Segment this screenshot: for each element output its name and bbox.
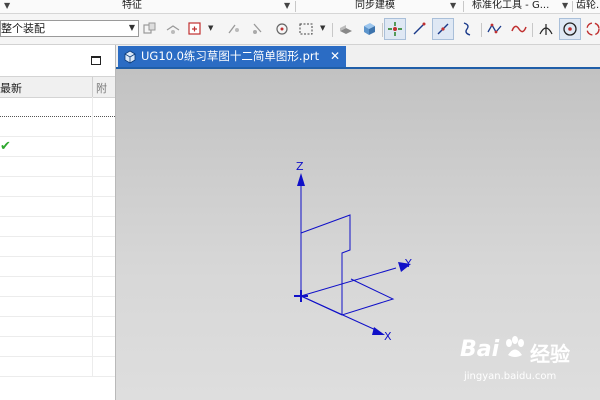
feature-dropdown-arrow[interactable]: ▼ bbox=[284, 0, 290, 12]
column-gridline bbox=[92, 137, 93, 157]
column-gridline bbox=[92, 117, 93, 137]
wave-curve-icon[interactable] bbox=[509, 19, 529, 39]
line-icon[interactable] bbox=[409, 19, 429, 39]
assembly-constraint-icon[interactable] bbox=[140, 19, 160, 39]
group-divider bbox=[463, 1, 464, 12]
chevron-down-icon: ▼ bbox=[128, 23, 135, 32]
column-extra[interactable]: 附 bbox=[96, 80, 107, 96]
ribbon-group-sync-modeling[interactable]: 同步建模 bbox=[355, 0, 395, 13]
column-gridline bbox=[92, 237, 93, 257]
column-latest[interactable]: 最新 bbox=[0, 80, 22, 96]
watermark-url: jingyan.baidu.com bbox=[464, 371, 557, 382]
navigator-rows: ✔ bbox=[0, 97, 115, 377]
part-file-icon bbox=[124, 50, 136, 64]
standard-tools-dropdown-arrow[interactable]: ▼ bbox=[562, 0, 568, 12]
group-dropdown-arrow[interactable]: ▼ bbox=[4, 0, 10, 12]
selection-dropdown-arrow[interactable]: ▼ bbox=[320, 24, 325, 32]
snap-all-points-icon[interactable] bbox=[384, 18, 406, 40]
group-divider bbox=[572, 1, 573, 12]
list-item[interactable] bbox=[0, 357, 115, 377]
column-gridline bbox=[92, 317, 93, 337]
box-3d-icon[interactable] bbox=[359, 19, 379, 39]
circle-center-icon[interactable] bbox=[559, 18, 581, 40]
ribbon-group-standard-tools[interactable]: 标准化工具 - G... bbox=[472, 0, 549, 13]
x-axis-label: X bbox=[384, 330, 392, 343]
column-gridline bbox=[92, 97, 93, 117]
column-gridline bbox=[92, 177, 93, 197]
point-on-curve-icon[interactable] bbox=[224, 19, 244, 39]
snap-dropdown-arrow[interactable]: ▼ bbox=[208, 24, 213, 32]
select-face-icon[interactable] bbox=[163, 19, 183, 39]
intersection-icon[interactable] bbox=[536, 19, 556, 39]
paw-icon bbox=[506, 336, 524, 357]
ribbon-group-feature[interactable]: 特征 bbox=[122, 0, 142, 13]
toolbar-divider bbox=[382, 23, 383, 37]
assembly-filter-value: 整个装配 bbox=[1, 22, 45, 35]
list-item[interactable] bbox=[0, 317, 115, 337]
toolbar-divider bbox=[532, 23, 533, 37]
assembly-filter-select[interactable]: 整个装配 ▼ bbox=[0, 20, 139, 37]
arc-icon[interactable] bbox=[457, 19, 477, 39]
watermark-suffix: 经验 bbox=[530, 342, 570, 366]
z-axis-label: Z bbox=[296, 160, 304, 173]
column-gridline bbox=[92, 197, 93, 217]
column-gridline bbox=[92, 257, 93, 277]
list-item[interactable] bbox=[0, 237, 115, 257]
z-axis-arrow bbox=[297, 173, 305, 186]
rotate-view-icon[interactable] bbox=[583, 19, 600, 39]
vertical-plane-edge bbox=[300, 214, 351, 315]
column-gridline bbox=[92, 277, 93, 297]
column-gridline bbox=[92, 157, 93, 177]
graphics-viewport[interactable]: Z Y X Bai 经验 jingyan.baidu.com bbox=[116, 69, 600, 400]
maximize-icon[interactable] bbox=[91, 56, 101, 65]
column-gridline bbox=[92, 337, 93, 357]
group-divider bbox=[295, 1, 296, 12]
list-item[interactable] bbox=[0, 297, 115, 317]
close-icon[interactable]: ✕ bbox=[330, 48, 340, 64]
ribbon-group-labels: ▼ 特征 ▼ 同步建模 ▼ 标准化工具 - G... ▼ 齿轮... bbox=[0, 0, 600, 14]
list-item[interactable] bbox=[0, 97, 115, 117]
move-point-icon[interactable] bbox=[248, 19, 268, 39]
y-axis-label: Y bbox=[404, 257, 412, 270]
list-item[interactable] bbox=[0, 217, 115, 237]
toolbar-divider bbox=[481, 23, 482, 37]
checkmark-icon: ✔ bbox=[0, 139, 11, 154]
list-item[interactable] bbox=[0, 277, 115, 297]
selection-toolbar: 整个装配 ▼ ▼ ▼ bbox=[0, 14, 600, 45]
navigator-header bbox=[0, 45, 115, 75]
list-item[interactable] bbox=[0, 337, 115, 357]
x-axis-line bbox=[300, 295, 379, 332]
selection-box-icon[interactable] bbox=[296, 19, 316, 39]
y-axis-line bbox=[300, 267, 397, 297]
select-region-icon[interactable] bbox=[272, 19, 292, 39]
watermark-brand: Bai bbox=[460, 337, 500, 362]
origin-marker bbox=[294, 290, 308, 302]
snap-point-icon[interactable] bbox=[185, 19, 205, 39]
column-gridline bbox=[92, 357, 93, 377]
column-divider[interactable] bbox=[92, 77, 93, 97]
sync-modeling-dropdown-arrow[interactable]: ▼ bbox=[450, 0, 456, 12]
list-item[interactable] bbox=[0, 197, 115, 217]
part-navigator-panel: 最新 附 ✔ bbox=[0, 45, 116, 400]
ribbon-group-gear[interactable]: 齿轮... bbox=[576, 0, 600, 13]
horizontal-plane-edge bbox=[300, 278, 395, 316]
document-tab[interactable]: UG10.0练习草图十二简单图形.prt ✕ bbox=[118, 46, 346, 67]
navigator-column-header: 最新 附 bbox=[0, 76, 115, 98]
tangent-line-icon[interactable] bbox=[432, 18, 454, 40]
list-item[interactable]: ✔ bbox=[0, 137, 115, 157]
spline-icon[interactable] bbox=[485, 19, 505, 39]
list-item[interactable] bbox=[0, 157, 115, 177]
list-item[interactable] bbox=[0, 257, 115, 277]
toolbar-divider bbox=[332, 23, 333, 37]
column-gridline bbox=[92, 217, 93, 237]
list-item[interactable] bbox=[0, 177, 115, 197]
document-tab-title: UG10.0练习草图十二简单图形.prt bbox=[141, 49, 320, 63]
list-item[interactable] bbox=[0, 117, 115, 137]
column-gridline bbox=[92, 297, 93, 317]
shaded-view-icon[interactable] bbox=[336, 19, 356, 39]
document-tab-bar: UG10.0练习草图十二简单图形.prt ✕ bbox=[116, 45, 600, 69]
